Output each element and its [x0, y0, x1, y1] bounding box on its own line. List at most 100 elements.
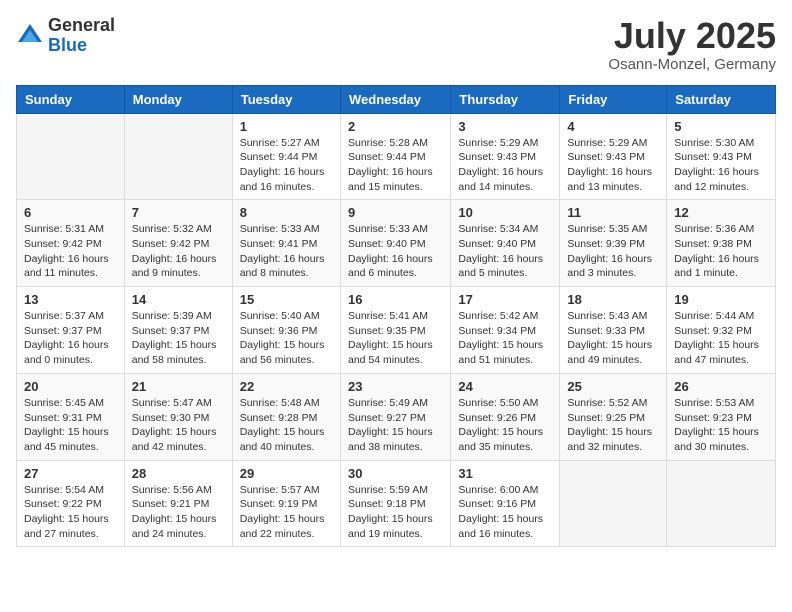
day-number: 27	[24, 466, 117, 481]
day-number: 25	[567, 379, 659, 394]
day-number: 24	[458, 379, 552, 394]
logo-general: General	[48, 16, 115, 36]
calendar-table: SundayMondayTuesdayWednesdayThursdayFrid…	[16, 85, 776, 548]
day-number: 31	[458, 466, 552, 481]
day-info: Sunrise: 5:28 AM Sunset: 9:44 PM Dayligh…	[348, 136, 443, 195]
day-number: 30	[348, 466, 443, 481]
calendar-cell: 14 Sunrise: 5:39 AM Sunset: 9:37 PM Dayli…	[124, 287, 232, 374]
calendar-cell: 10 Sunrise: 5:34 AM Sunset: 9:40 PM Dayli…	[451, 200, 560, 287]
day-number: 10	[458, 205, 552, 220]
calendar-cell	[17, 113, 125, 200]
calendar-cell: 30 Sunrise: 5:59 AM Sunset: 9:18 PM Dayli…	[340, 460, 450, 547]
day-info: Sunrise: 5:41 AM Sunset: 9:35 PM Dayligh…	[348, 309, 443, 368]
calendar-cell: 27 Sunrise: 5:54 AM Sunset: 9:22 PM Dayli…	[17, 460, 125, 547]
calendar-week-3: 13Sunrise: 5:37 AM Sunset: 9:37 PM Dayli…	[17, 287, 776, 374]
day-number: 7	[132, 205, 225, 220]
calendar-cell: 22Sunrise: 5:48 AM Sunset: 9:28 PM Dayli…	[232, 373, 340, 460]
day-number: 23	[348, 379, 443, 394]
calendar-cell: 1Sunrise: 5:27 AM Sunset: 9:44 PM Daylig…	[232, 113, 340, 200]
logo: General Blue	[16, 16, 115, 56]
day-number: 13	[24, 292, 117, 307]
day-info: Sunrise: 5:48 AM Sunset: 9:28 PM Dayligh…	[240, 396, 333, 455]
day-info: Sunrise: 5:32 AM Sunset: 9:42 PM Dayligh…	[132, 222, 225, 281]
day-number: 6	[24, 205, 117, 220]
calendar-cell: 15Sunrise: 5:40 AM Sunset: 9:36 PM Dayli…	[232, 287, 340, 374]
day-info: Sunrise: 5:59 AM Sunset: 9:18 PM Dayligh…	[348, 483, 443, 542]
calendar-week-1: 1Sunrise: 5:27 AM Sunset: 9:44 PM Daylig…	[17, 113, 776, 200]
day-number: 29	[240, 466, 333, 481]
day-info: Sunrise: 5:29 AM Sunset: 9:43 PM Dayligh…	[458, 136, 552, 195]
calendar-cell: 28Sunrise: 5:56 AM Sunset: 9:21 PM Dayli…	[124, 460, 232, 547]
day-info: Sunrise: 5:43 AM Sunset: 9:33 PM Dayligh…	[567, 309, 659, 368]
day-info: Sunrise: 5:33 AM Sunset: 9:41 PM Dayligh…	[240, 222, 333, 281]
day-info: Sunrise: 5:31 AM Sunset: 9:42 PM Dayligh…	[24, 222, 117, 281]
calendar-cell: 20Sunrise: 5:45 AM Sunset: 9:31 PM Dayli…	[17, 373, 125, 460]
day-number: 2	[348, 119, 443, 134]
day-number: 15	[240, 292, 333, 307]
day-number: 9	[348, 205, 443, 220]
calendar-cell: 2 Sunrise: 5:28 AM Sunset: 9:44 PM Daylig…	[340, 113, 450, 200]
weekday-wednesday: Wednesday	[340, 85, 450, 113]
day-number: 4	[567, 119, 659, 134]
day-number: 21	[132, 379, 225, 394]
calendar-cell	[124, 113, 232, 200]
day-number: 12	[674, 205, 768, 220]
day-info: Sunrise: 5:39 AM Sunset: 9:37 PM Dayligh…	[132, 309, 225, 368]
calendar-cell: 31 Sunrise: 6:00 AM Sunset: 9:16 PM Dayli…	[451, 460, 560, 547]
day-info: Sunrise: 5:30 AM Sunset: 9:43 PM Dayligh…	[674, 136, 768, 195]
day-info: Sunrise: 5:54 AM Sunset: 9:22 PM Dayligh…	[24, 483, 117, 542]
calendar-cell: 16 Sunrise: 5:41 AM Sunset: 9:35 PM Dayli…	[340, 287, 450, 374]
calendar-week-2: 6 Sunrise: 5:31 AM Sunset: 9:42 PM Daylig…	[17, 200, 776, 287]
calendar-cell: 17 Sunrise: 5:42 AM Sunset: 9:34 PM Dayli…	[451, 287, 560, 374]
day-number: 5	[674, 119, 768, 134]
calendar-cell: 6 Sunrise: 5:31 AM Sunset: 9:42 PM Daylig…	[17, 200, 125, 287]
calendar-cell: 24 Sunrise: 5:50 AM Sunset: 9:26 PM Dayli…	[451, 373, 560, 460]
calendar-cell	[560, 460, 667, 547]
logo-blue: Blue	[48, 36, 115, 56]
calendar-cell: 3 Sunrise: 5:29 AM Sunset: 9:43 PM Daylig…	[451, 113, 560, 200]
day-number: 19	[674, 292, 768, 307]
calendar-cell: 21 Sunrise: 5:47 AM Sunset: 9:30 PM Dayli…	[124, 373, 232, 460]
logo-icon	[16, 22, 44, 50]
calendar-cell	[667, 460, 776, 547]
calendar-cell: 8Sunrise: 5:33 AM Sunset: 9:41 PM Daylig…	[232, 200, 340, 287]
day-info: Sunrise: 5:49 AM Sunset: 9:27 PM Dayligh…	[348, 396, 443, 455]
day-info: Sunrise: 5:33 AM Sunset: 9:40 PM Dayligh…	[348, 222, 443, 281]
day-number: 14	[132, 292, 225, 307]
calendar-body: 1Sunrise: 5:27 AM Sunset: 9:44 PM Daylig…	[17, 113, 776, 547]
day-info: Sunrise: 6:00 AM Sunset: 9:16 PM Dayligh…	[458, 483, 552, 542]
day-info: Sunrise: 5:35 AM Sunset: 9:39 PM Dayligh…	[567, 222, 659, 281]
calendar-cell: 26 Sunrise: 5:53 AM Sunset: 9:23 PM Dayli…	[667, 373, 776, 460]
weekday-thursday: Thursday	[451, 85, 560, 113]
day-number: 17	[458, 292, 552, 307]
calendar-cell: 23 Sunrise: 5:49 AM Sunset: 9:27 PM Dayli…	[340, 373, 450, 460]
logo-text: General Blue	[48, 16, 115, 56]
calendar-cell: 29 Sunrise: 5:57 AM Sunset: 9:19 PM Dayli…	[232, 460, 340, 547]
weekday-monday: Monday	[124, 85, 232, 113]
day-info: Sunrise: 5:50 AM Sunset: 9:26 PM Dayligh…	[458, 396, 552, 455]
day-number: 11	[567, 205, 659, 220]
day-info: Sunrise: 5:42 AM Sunset: 9:34 PM Dayligh…	[458, 309, 552, 368]
calendar-week-5: 27 Sunrise: 5:54 AM Sunset: 9:22 PM Dayli…	[17, 460, 776, 547]
title-block: July 2025 Osann-Monzel, Germany	[608, 16, 776, 73]
calendar-cell: 25Sunrise: 5:52 AM Sunset: 9:25 PM Dayli…	[560, 373, 667, 460]
calendar-cell: 11 Sunrise: 5:35 AM Sunset: 9:39 PM Dayli…	[560, 200, 667, 287]
day-number: 26	[674, 379, 768, 394]
calendar-cell: 13Sunrise: 5:37 AM Sunset: 9:37 PM Dayli…	[17, 287, 125, 374]
calendar-cell: 12Sunrise: 5:36 AM Sunset: 9:38 PM Dayli…	[667, 200, 776, 287]
day-number: 16	[348, 292, 443, 307]
day-info: Sunrise: 5:57 AM Sunset: 9:19 PM Dayligh…	[240, 483, 333, 542]
calendar-cell: 9 Sunrise: 5:33 AM Sunset: 9:40 PM Daylig…	[340, 200, 450, 287]
weekday-saturday: Saturday	[667, 85, 776, 113]
calendar-cell: 5 Sunrise: 5:30 AM Sunset: 9:43 PM Daylig…	[667, 113, 776, 200]
day-info: Sunrise: 5:53 AM Sunset: 9:23 PM Dayligh…	[674, 396, 768, 455]
day-info: Sunrise: 5:44 AM Sunset: 9:32 PM Dayligh…	[674, 309, 768, 368]
day-info: Sunrise: 5:27 AM Sunset: 9:44 PM Dayligh…	[240, 136, 333, 195]
day-info: Sunrise: 5:34 AM Sunset: 9:40 PM Dayligh…	[458, 222, 552, 281]
calendar-cell: 18Sunrise: 5:43 AM Sunset: 9:33 PM Dayli…	[560, 287, 667, 374]
day-info: Sunrise: 5:47 AM Sunset: 9:30 PM Dayligh…	[132, 396, 225, 455]
calendar-cell: 7 Sunrise: 5:32 AM Sunset: 9:42 PM Daylig…	[124, 200, 232, 287]
day-number: 3	[458, 119, 552, 134]
calendar-week-4: 20Sunrise: 5:45 AM Sunset: 9:31 PM Dayli…	[17, 373, 776, 460]
calendar-cell: 19 Sunrise: 5:44 AM Sunset: 9:32 PM Dayli…	[667, 287, 776, 374]
